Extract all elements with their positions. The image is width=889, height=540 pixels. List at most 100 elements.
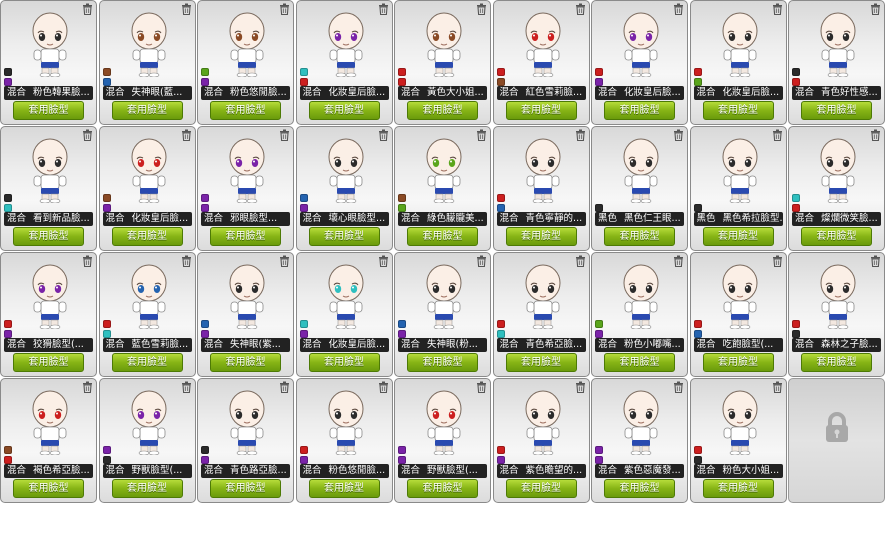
color-chip bbox=[792, 68, 800, 76]
apply-face-button[interactable]: 套用臉型 bbox=[801, 353, 872, 372]
trash-icon[interactable] bbox=[476, 3, 487, 15]
apply-face-button[interactable]: 套用臉型 bbox=[702, 353, 774, 372]
apply-face-button[interactable]: 套用臉型 bbox=[13, 479, 84, 498]
trash-icon[interactable] bbox=[476, 129, 487, 141]
trash-icon[interactable] bbox=[279, 381, 290, 393]
face-type-label: 混合 bbox=[795, 87, 815, 98]
color-chips bbox=[693, 202, 702, 212]
apply-face-button[interactable]: 套用臉型 bbox=[505, 101, 577, 120]
face-type-label: 混合 bbox=[499, 339, 519, 350]
trash-icon[interactable] bbox=[378, 3, 389, 15]
apply-face-button[interactable]: 套用臉型 bbox=[702, 101, 774, 120]
apply-face-button[interactable]: 套用臉型 bbox=[801, 227, 872, 246]
color-chip bbox=[595, 204, 603, 212]
trash-icon[interactable] bbox=[870, 3, 881, 15]
apply-face-button[interactable]: 套用臉型 bbox=[505, 353, 577, 372]
apply-face-button[interactable]: 套用臉型 bbox=[111, 353, 183, 372]
character-avatar bbox=[813, 263, 863, 330]
trash-icon[interactable] bbox=[870, 129, 881, 141]
apply-face-button[interactable]: 套用臉型 bbox=[111, 101, 183, 120]
trash-icon[interactable] bbox=[181, 255, 192, 267]
trash-icon[interactable] bbox=[82, 381, 93, 393]
trash-icon[interactable] bbox=[870, 255, 881, 267]
trash-icon[interactable] bbox=[476, 255, 487, 267]
trash-icon[interactable] bbox=[575, 381, 586, 393]
trash-icon[interactable] bbox=[378, 381, 389, 393]
apply-face-button[interactable]: 套用臉型 bbox=[308, 101, 380, 120]
face-name-text: 野獸臉型(... bbox=[427, 465, 478, 476]
apply-face-button[interactable]: 套用臉型 bbox=[13, 353, 84, 372]
apply-face-button[interactable]: 套用臉型 bbox=[604, 479, 675, 498]
trash-icon[interactable] bbox=[575, 255, 586, 267]
apply-face-button[interactable]: 套用臉型 bbox=[210, 227, 281, 246]
face-name-text: 紅色雪莉臉... bbox=[525, 87, 583, 98]
apply-face-button[interactable]: 套用臉型 bbox=[702, 479, 774, 498]
face-slot-card: 混合 森林之子臉... 套用臉型 bbox=[788, 252, 885, 377]
trash-icon[interactable] bbox=[772, 3, 783, 15]
trash-icon[interactable] bbox=[279, 255, 290, 267]
face-name-label: 混合 狡猾臉型(... bbox=[4, 338, 93, 352]
face-slot-card: 混合 紫色惡魔發... 套用臉型 bbox=[591, 378, 688, 503]
trash-icon[interactable] bbox=[772, 129, 783, 141]
trash-icon[interactable] bbox=[378, 255, 389, 267]
trash-icon[interactable] bbox=[181, 3, 192, 15]
character-avatar bbox=[222, 137, 272, 204]
apply-face-button[interactable]: 套用臉型 bbox=[604, 353, 675, 372]
apply-face-button[interactable]: 套用臉型 bbox=[801, 101, 872, 120]
trash-icon[interactable] bbox=[181, 129, 192, 141]
apply-face-button[interactable]: 套用臉型 bbox=[111, 479, 183, 498]
color-chip bbox=[201, 320, 209, 328]
apply-face-button[interactable]: 套用臉型 bbox=[210, 353, 281, 372]
locked-face-slot bbox=[788, 378, 885, 503]
face-slot-card: 混合 狡猾臉型(... 套用臉型 bbox=[0, 252, 97, 377]
trash-icon[interactable] bbox=[279, 3, 290, 15]
apply-face-button[interactable]: 套用臉型 bbox=[407, 101, 478, 120]
trash-icon[interactable] bbox=[378, 129, 389, 141]
trash-icon[interactable] bbox=[575, 3, 586, 15]
apply-face-button[interactable]: 套用臉型 bbox=[407, 479, 478, 498]
apply-face-button[interactable]: 套用臉型 bbox=[210, 101, 281, 120]
trash-icon[interactable] bbox=[181, 381, 192, 393]
face-name-label: 混合 邪眼臉型... bbox=[201, 212, 290, 226]
trash-icon[interactable] bbox=[82, 3, 93, 15]
face-type-label: 混合 bbox=[302, 87, 322, 98]
apply-face-button[interactable]: 套用臉型 bbox=[505, 479, 577, 498]
trash-icon[interactable] bbox=[772, 381, 783, 393]
trash-icon[interactable] bbox=[82, 129, 93, 141]
apply-face-button[interactable]: 套用臉型 bbox=[604, 101, 675, 120]
face-name-text: 紫色惡魔發... bbox=[624, 465, 681, 476]
apply-face-button[interactable]: 套用臉型 bbox=[407, 227, 478, 246]
apply-face-button[interactable]: 套用臉型 bbox=[111, 227, 183, 246]
trash-icon[interactable] bbox=[82, 255, 93, 267]
trash-icon[interactable] bbox=[279, 129, 290, 141]
trash-icon[interactable] bbox=[772, 255, 783, 267]
trash-icon[interactable] bbox=[575, 129, 586, 141]
trash-icon[interactable] bbox=[476, 381, 487, 393]
character-avatar bbox=[518, 137, 568, 204]
apply-face-button[interactable]: 套用臉型 bbox=[13, 101, 84, 120]
face-type-label: 混合 bbox=[7, 87, 27, 98]
apply-face-button[interactable]: 套用臉型 bbox=[210, 479, 281, 498]
face-slot-card: 混合 化妝皇后臉... 套用臉型 bbox=[689, 0, 787, 125]
trash-icon[interactable] bbox=[673, 255, 684, 267]
apply-face-button[interactable]: 套用臉型 bbox=[505, 227, 577, 246]
face-name-text: 藍色雪莉臉... bbox=[131, 339, 189, 350]
color-chip bbox=[201, 456, 209, 464]
color-chips bbox=[201, 192, 209, 212]
face-name-text: 青色好性感... bbox=[821, 87, 878, 98]
apply-face-button[interactable]: 套用臉型 bbox=[407, 353, 478, 372]
apply-face-button[interactable]: 套用臉型 bbox=[702, 227, 774, 246]
apply-face-button[interactable]: 套用臉型 bbox=[604, 227, 675, 246]
trash-icon[interactable] bbox=[673, 381, 684, 393]
face-name-text: 黑色仁王眼... bbox=[624, 213, 681, 224]
apply-face-button[interactable]: 套用臉型 bbox=[13, 227, 84, 246]
trash-icon[interactable] bbox=[673, 129, 684, 141]
color-chips bbox=[595, 444, 603, 464]
face-name-text: 失神眼(藍... bbox=[131, 87, 183, 98]
apply-face-button[interactable]: 套用臉型 bbox=[308, 479, 380, 498]
face-name-label: 混合 化妝皇后臉... bbox=[299, 338, 389, 352]
apply-face-button[interactable]: 套用臉型 bbox=[308, 227, 380, 246]
character-avatar bbox=[419, 389, 469, 456]
apply-face-button[interactable]: 套用臉型 bbox=[308, 353, 380, 372]
trash-icon[interactable] bbox=[673, 3, 684, 15]
